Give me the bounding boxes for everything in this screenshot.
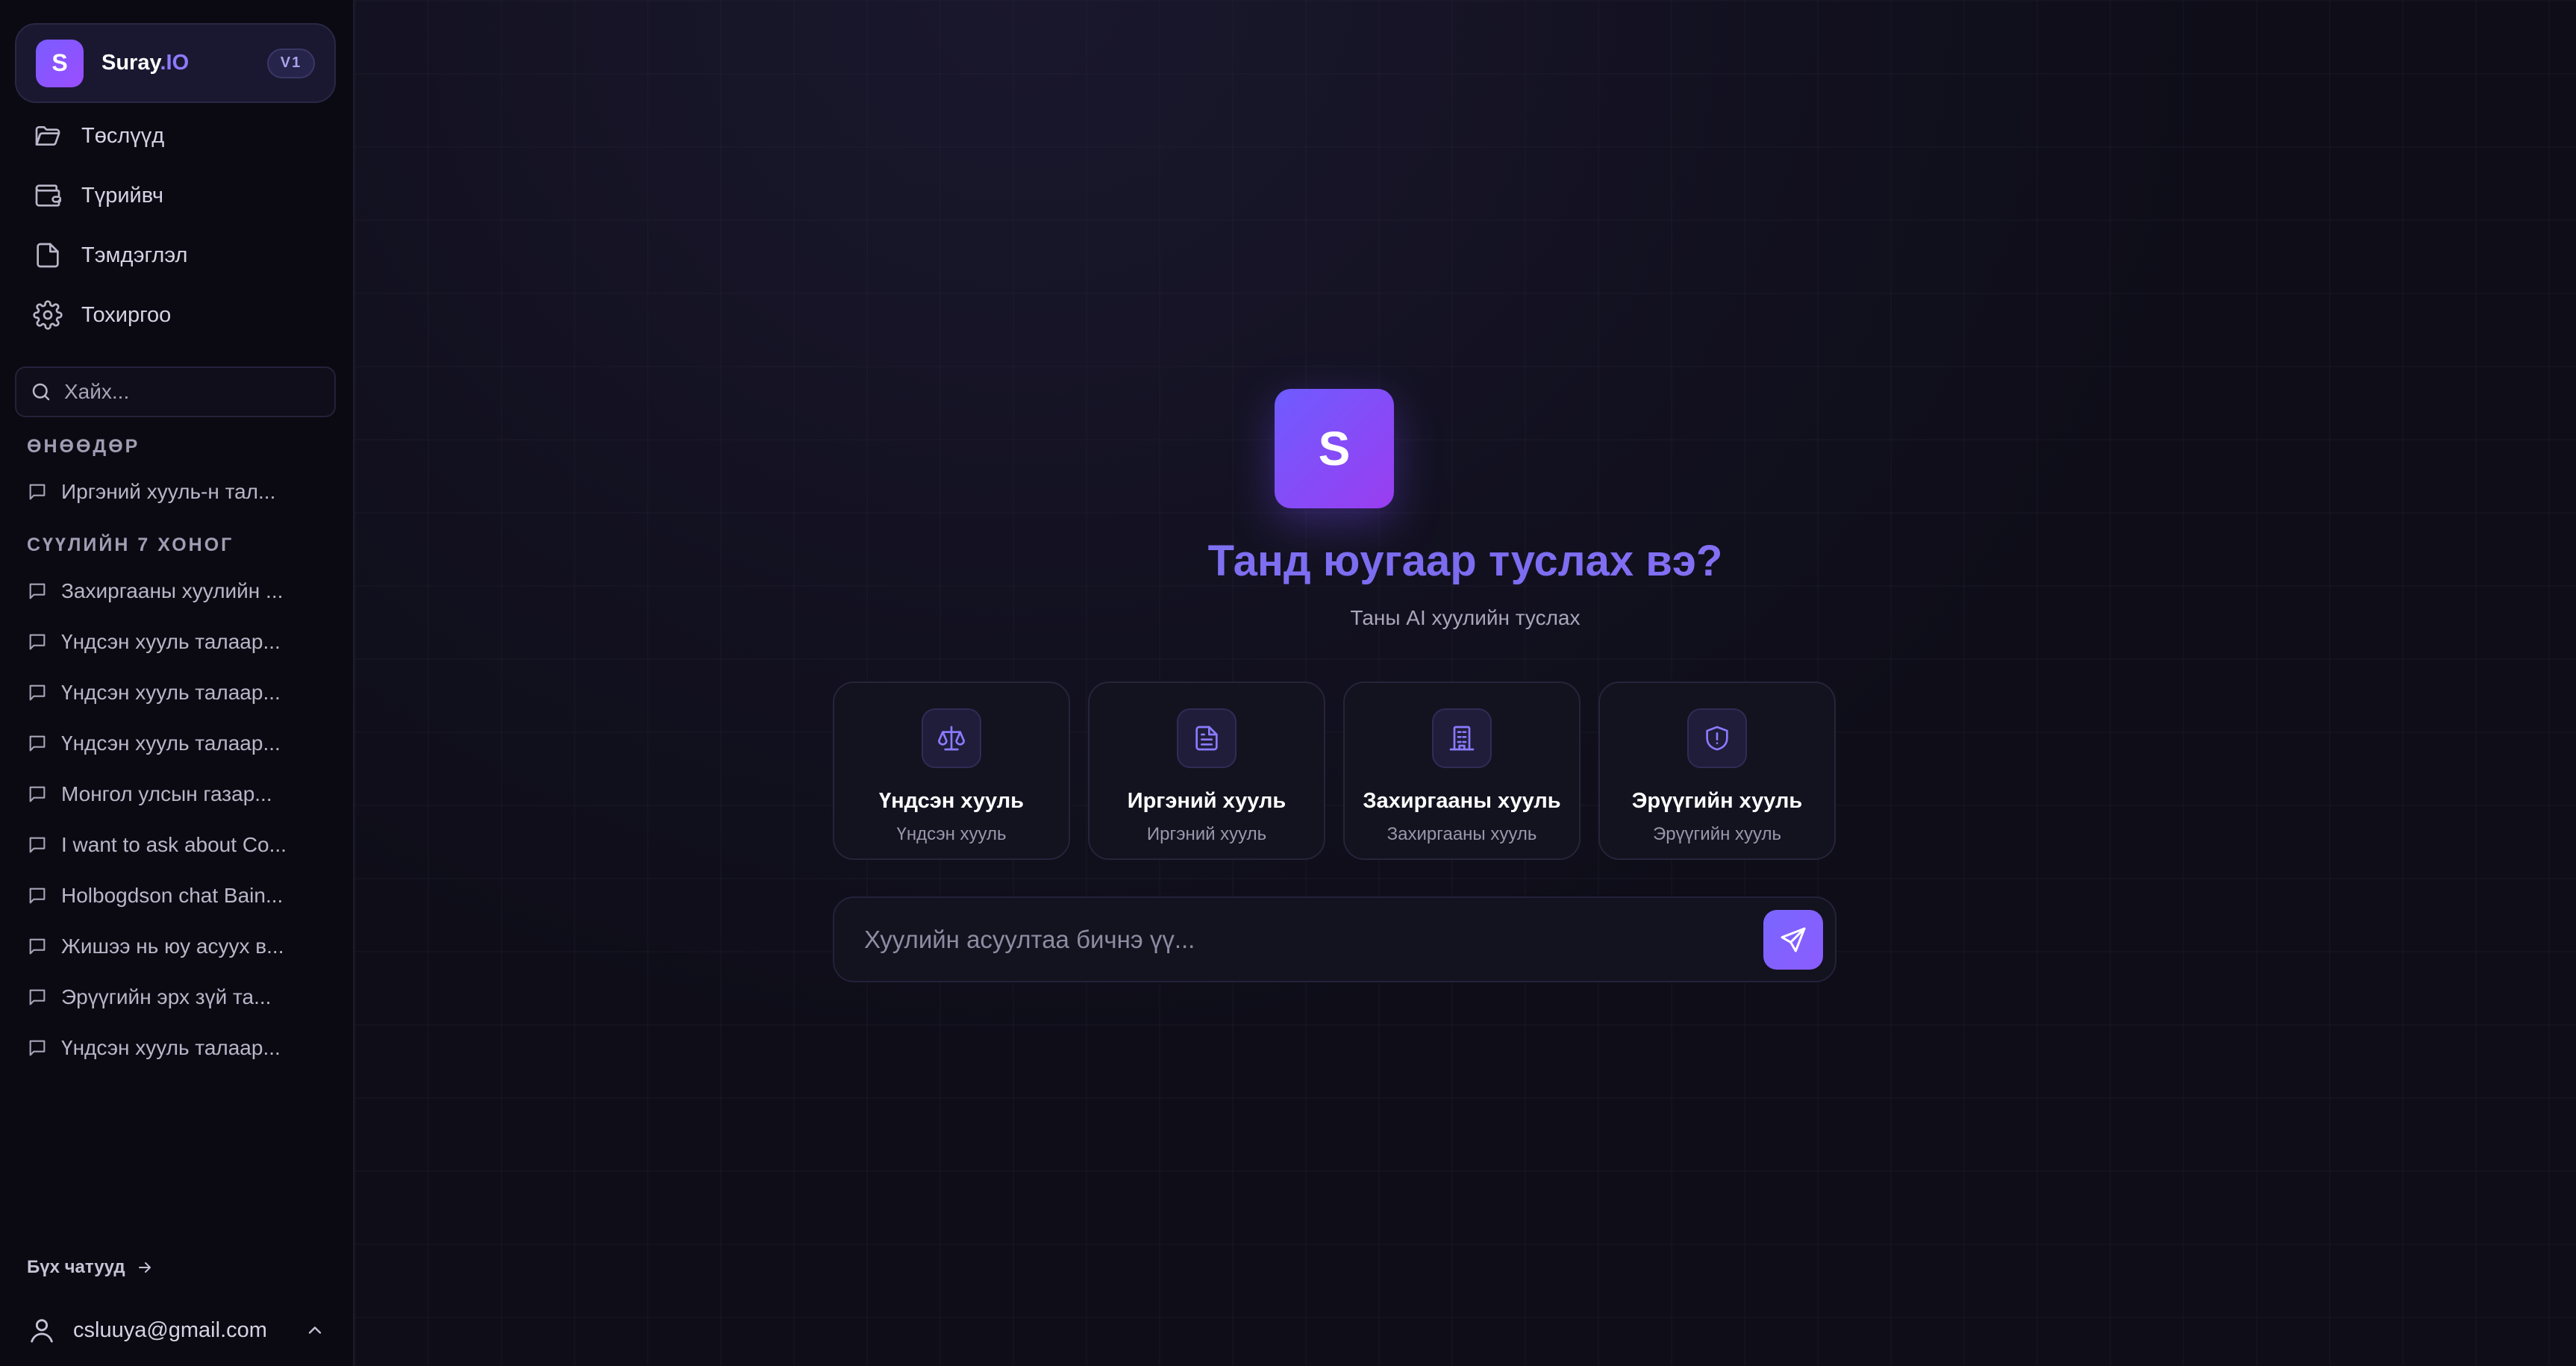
chat-title: Захиргааны хуулийн ...: [61, 579, 284, 602]
suggestion-cards: Үндсэн хууль Үндсэн хууль Иргэний хууль …: [833, 682, 1836, 860]
card-icon-box: [1687, 708, 1747, 768]
brand-name: Suray.IO: [101, 51, 190, 75]
message-icon: [29, 786, 46, 802]
chat-title: Иргэний хууль-н тал...: [61, 480, 276, 503]
message-icon: [29, 634, 46, 650]
nav-item-notes[interactable]: Тэмдэглэл: [15, 225, 336, 285]
chat-list-item[interactable]: I want to ask about Co...: [27, 823, 325, 867]
sidebar-nav: Төслүүд Түрийвч Тэмдэглэл Тохиргоо: [15, 106, 336, 345]
document-icon: [1195, 726, 1218, 751]
file-icon: [37, 243, 59, 268]
nav-item-label: Тэмдэглэл: [81, 243, 188, 267]
scale-icon: [938, 726, 965, 751]
card-subtitle: Захиргааны хууль: [1387, 824, 1537, 844]
message-icon: [29, 735, 46, 752]
building-icon: [1449, 726, 1475, 751]
chat-title: I want to ask about Co...: [61, 833, 287, 856]
card-title: Эрүүгийн хууль: [1631, 789, 1803, 813]
chat-list-item[interactable]: Holbogdson chat Bain...: [27, 873, 325, 918]
nav-item-label: Түрийвч: [81, 183, 163, 208]
arrow-right-icon: [138, 1262, 151, 1273]
brand-header[interactable]: S Suray.IO V1: [15, 23, 336, 103]
message-icon: [29, 938, 46, 955]
message-icon: [29, 888, 46, 904]
nav-item-wallet[interactable]: Түрийвч: [15, 166, 336, 225]
chat-title: Монгол улсын газар...: [61, 782, 272, 805]
card-subtitle: Үндсэн хууль: [896, 824, 1007, 844]
section-label-last7: Сүүлийн 7 хоног: [27, 534, 234, 555]
all-chats-link[interactable]: Бүх чатууд: [27, 1257, 154, 1278]
card-administrative-law[interactable]: Захиргааны хууль Захиргааны хууль: [1343, 682, 1581, 860]
card-title: Үндсэн хууль: [879, 789, 1024, 813]
chat-list-item[interactable]: Монгол улсын газар...: [27, 772, 325, 817]
send-icon: [1781, 927, 1806, 952]
message-icon: [29, 484, 46, 500]
brand-logo: S: [36, 39, 84, 87]
card-title: Иргэний хууль: [1127, 789, 1287, 813]
shield-alert-icon: [1706, 726, 1728, 751]
hero-logo: S: [1275, 389, 1394, 508]
message-icon: [29, 989, 46, 1005]
question-input[interactable]: [864, 925, 1763, 954]
message-icon: [29, 583, 46, 599]
search-icon: [32, 383, 50, 401]
chat-title: Үндсэн хууль талаар...: [61, 1036, 281, 1059]
all-chats-label: Бүх чатууд: [27, 1257, 125, 1277]
sidebar: S Suray.IO V1 Төслүүд Түрийвч Тэмдэглэл …: [0, 0, 354, 1366]
nav-item-settings[interactable]: Тохиргоо: [15, 285, 336, 345]
nav-item-projects[interactable]: Төслүүд: [15, 106, 336, 166]
card-icon-box: [1432, 708, 1492, 768]
chat-list-item[interactable]: Эрүүгийн эрх зүй та...: [27, 975, 325, 1020]
chat-list-item[interactable]: Үндсэн хууль талаар...: [27, 1026, 325, 1070]
card-criminal-law[interactable]: Эрүүгийн хууль Эрүүгийн хууль: [1598, 682, 1836, 860]
section-label-today: Өнөөдөр: [27, 436, 140, 457]
app-root: S Suray.IO V1 Төслүүд Түрийвч Тэмдэглэл …: [0, 0, 2576, 1366]
chat-input-bar: [833, 896, 1836, 982]
user-email: csluuya@gmail.com: [73, 1317, 267, 1342]
gear-icon: [33, 300, 63, 330]
card-constitutional-law[interactable]: Үндсэн хууль Үндсэн хууль: [833, 682, 1070, 860]
hero-subtitle: Таны AI хуулийн туслах: [1350, 606, 1581, 629]
chat-title: Үндсэн хууль талаар...: [61, 681, 281, 704]
version-badge: V1: [267, 48, 315, 78]
chat-title: Эрүүгийн эрх зүй та...: [61, 985, 272, 1008]
chat-list-item[interactable]: Үндсэн хууль талаар...: [27, 620, 325, 664]
chat-list-item[interactable]: Үндсэн хууль талаар...: [27, 670, 325, 715]
user-icon: [31, 1319, 53, 1343]
search-input[interactable]: [64, 380, 318, 404]
wallet-icon: [35, 184, 61, 207]
chat-title: Holbogdson chat Bain...: [61, 884, 284, 907]
card-icon-box: [1177, 708, 1237, 768]
card-subtitle: Эрүүгийн хууль: [1652, 824, 1782, 844]
send-button[interactable]: [1763, 909, 1823, 970]
message-icon: [29, 837, 46, 853]
sidebar-search: [15, 367, 336, 417]
card-civil-law[interactable]: Иргэний хууль Иргэний хууль: [1088, 682, 1325, 860]
card-icon-box: [922, 708, 981, 768]
nav-item-label: Тохиргоо: [81, 302, 172, 327]
chevron-up-icon: [308, 1326, 322, 1334]
user-menu[interactable]: csluuya@gmail.com: [27, 1309, 325, 1351]
message-icon: [29, 684, 46, 701]
card-title: Захиргааны хууль: [1363, 789, 1561, 813]
chat-list-item[interactable]: Үндсэн хууль талаар...: [27, 721, 325, 766]
message-icon: [29, 1040, 46, 1056]
hero-title: Танд юугаар туслах вэ?: [354, 536, 2576, 586]
chat-title: Үндсэн хууль талаар...: [61, 630, 281, 653]
nav-item-label: Төслүүд: [81, 123, 165, 148]
folder-icon: [35, 126, 60, 146]
chat-list-item[interactable]: Иргэний хууль-н тал...: [27, 470, 325, 514]
chat-title: Жишээ нь юу асуух в...: [61, 935, 284, 958]
main-area: S Танд юугаар туслах вэ? Таны AI хуулийн…: [354, 0, 2576, 1366]
chat-list-item[interactable]: Жишээ нь юу асуух в...: [27, 924, 325, 969]
chat-list-item[interactable]: Захиргааны хуулийн ...: [27, 569, 325, 614]
card-subtitle: Иргэний хууль: [1146, 824, 1267, 844]
chat-title: Үндсэн хууль талаар...: [61, 732, 281, 755]
